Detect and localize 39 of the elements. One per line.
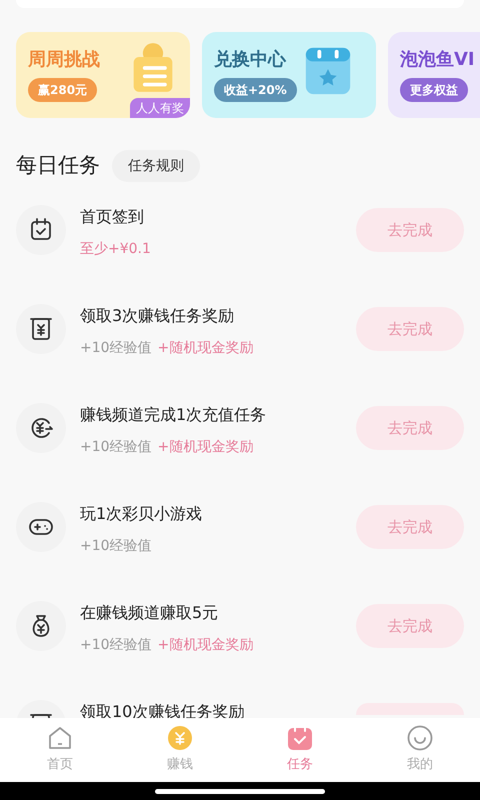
complete-button[interactable]: 去完成 bbox=[356, 406, 464, 450]
promo-tag: 收益+20% bbox=[214, 78, 297, 102]
reward-text: +随机现金奖励 bbox=[158, 339, 254, 358]
rules-button[interactable]: 任务规则 bbox=[112, 150, 200, 182]
section-title: 每日任务 bbox=[16, 152, 100, 180]
promo-title: 周周挑战 bbox=[28, 48, 100, 72]
promo-card[interactable]: 泡泡鱼VI 更多权益 bbox=[388, 32, 480, 118]
task-title: 首页签到 bbox=[80, 206, 145, 228]
reward-text: +10经验值 bbox=[80, 339, 152, 358]
nav-tab[interactable]: 赚钱 bbox=[120, 718, 240, 782]
task-title: 领取3次赚钱任务奖励 bbox=[80, 305, 236, 327]
promo-tag: 更多权益 bbox=[400, 78, 468, 102]
reward-text: +随机现金奖励 bbox=[158, 636, 254, 655]
promo-title: 泡泡鱼VI bbox=[400, 48, 475, 72]
reward-text: +随机现金奖励 bbox=[158, 438, 254, 457]
nav-tab[interactable]: 首页 bbox=[0, 718, 120, 782]
task-title: 赚钱频道完成1次充值任务 bbox=[80, 404, 268, 426]
reward-text: +10经验值 bbox=[80, 636, 152, 655]
smile-icon bbox=[407, 725, 433, 752]
corner-badge: 人人有奖 bbox=[130, 98, 190, 118]
reward-text: 至少+¥0.1 bbox=[80, 240, 151, 259]
reward-text: +10经验值 bbox=[80, 438, 152, 457]
nav-tab[interactable]: 我的 bbox=[360, 718, 480, 782]
promo-card[interactable]: 兑换中心 收益+20% bbox=[202, 32, 376, 118]
complete-button[interactable]: 去完成 bbox=[356, 604, 464, 648]
task-title: 在赚钱频道赚取5元 bbox=[80, 602, 220, 624]
complete-button[interactable]: 去完成 bbox=[356, 307, 464, 351]
calendar-check-icon bbox=[287, 725, 313, 752]
home-indicator[interactable] bbox=[155, 788, 325, 794]
nav-tab[interactable]: 任务 bbox=[240, 718, 360, 782]
reward-text: +10经验值 bbox=[80, 537, 152, 556]
task-title: 玩1次彩贝小游戏 bbox=[80, 503, 204, 525]
home-icon bbox=[47, 725, 73, 752]
promo-title: 兑换中心 bbox=[214, 48, 286, 72]
promo-tag: 赢280元 bbox=[28, 78, 98, 102]
complete-button[interactable]: 去完成 bbox=[356, 505, 464, 549]
complete-button[interactable]: 去完成 bbox=[356, 208, 464, 252]
coin-icon bbox=[167, 725, 193, 752]
promo-card[interactable]: 周周挑战 赢280元 人人有奖 bbox=[16, 32, 190, 118]
